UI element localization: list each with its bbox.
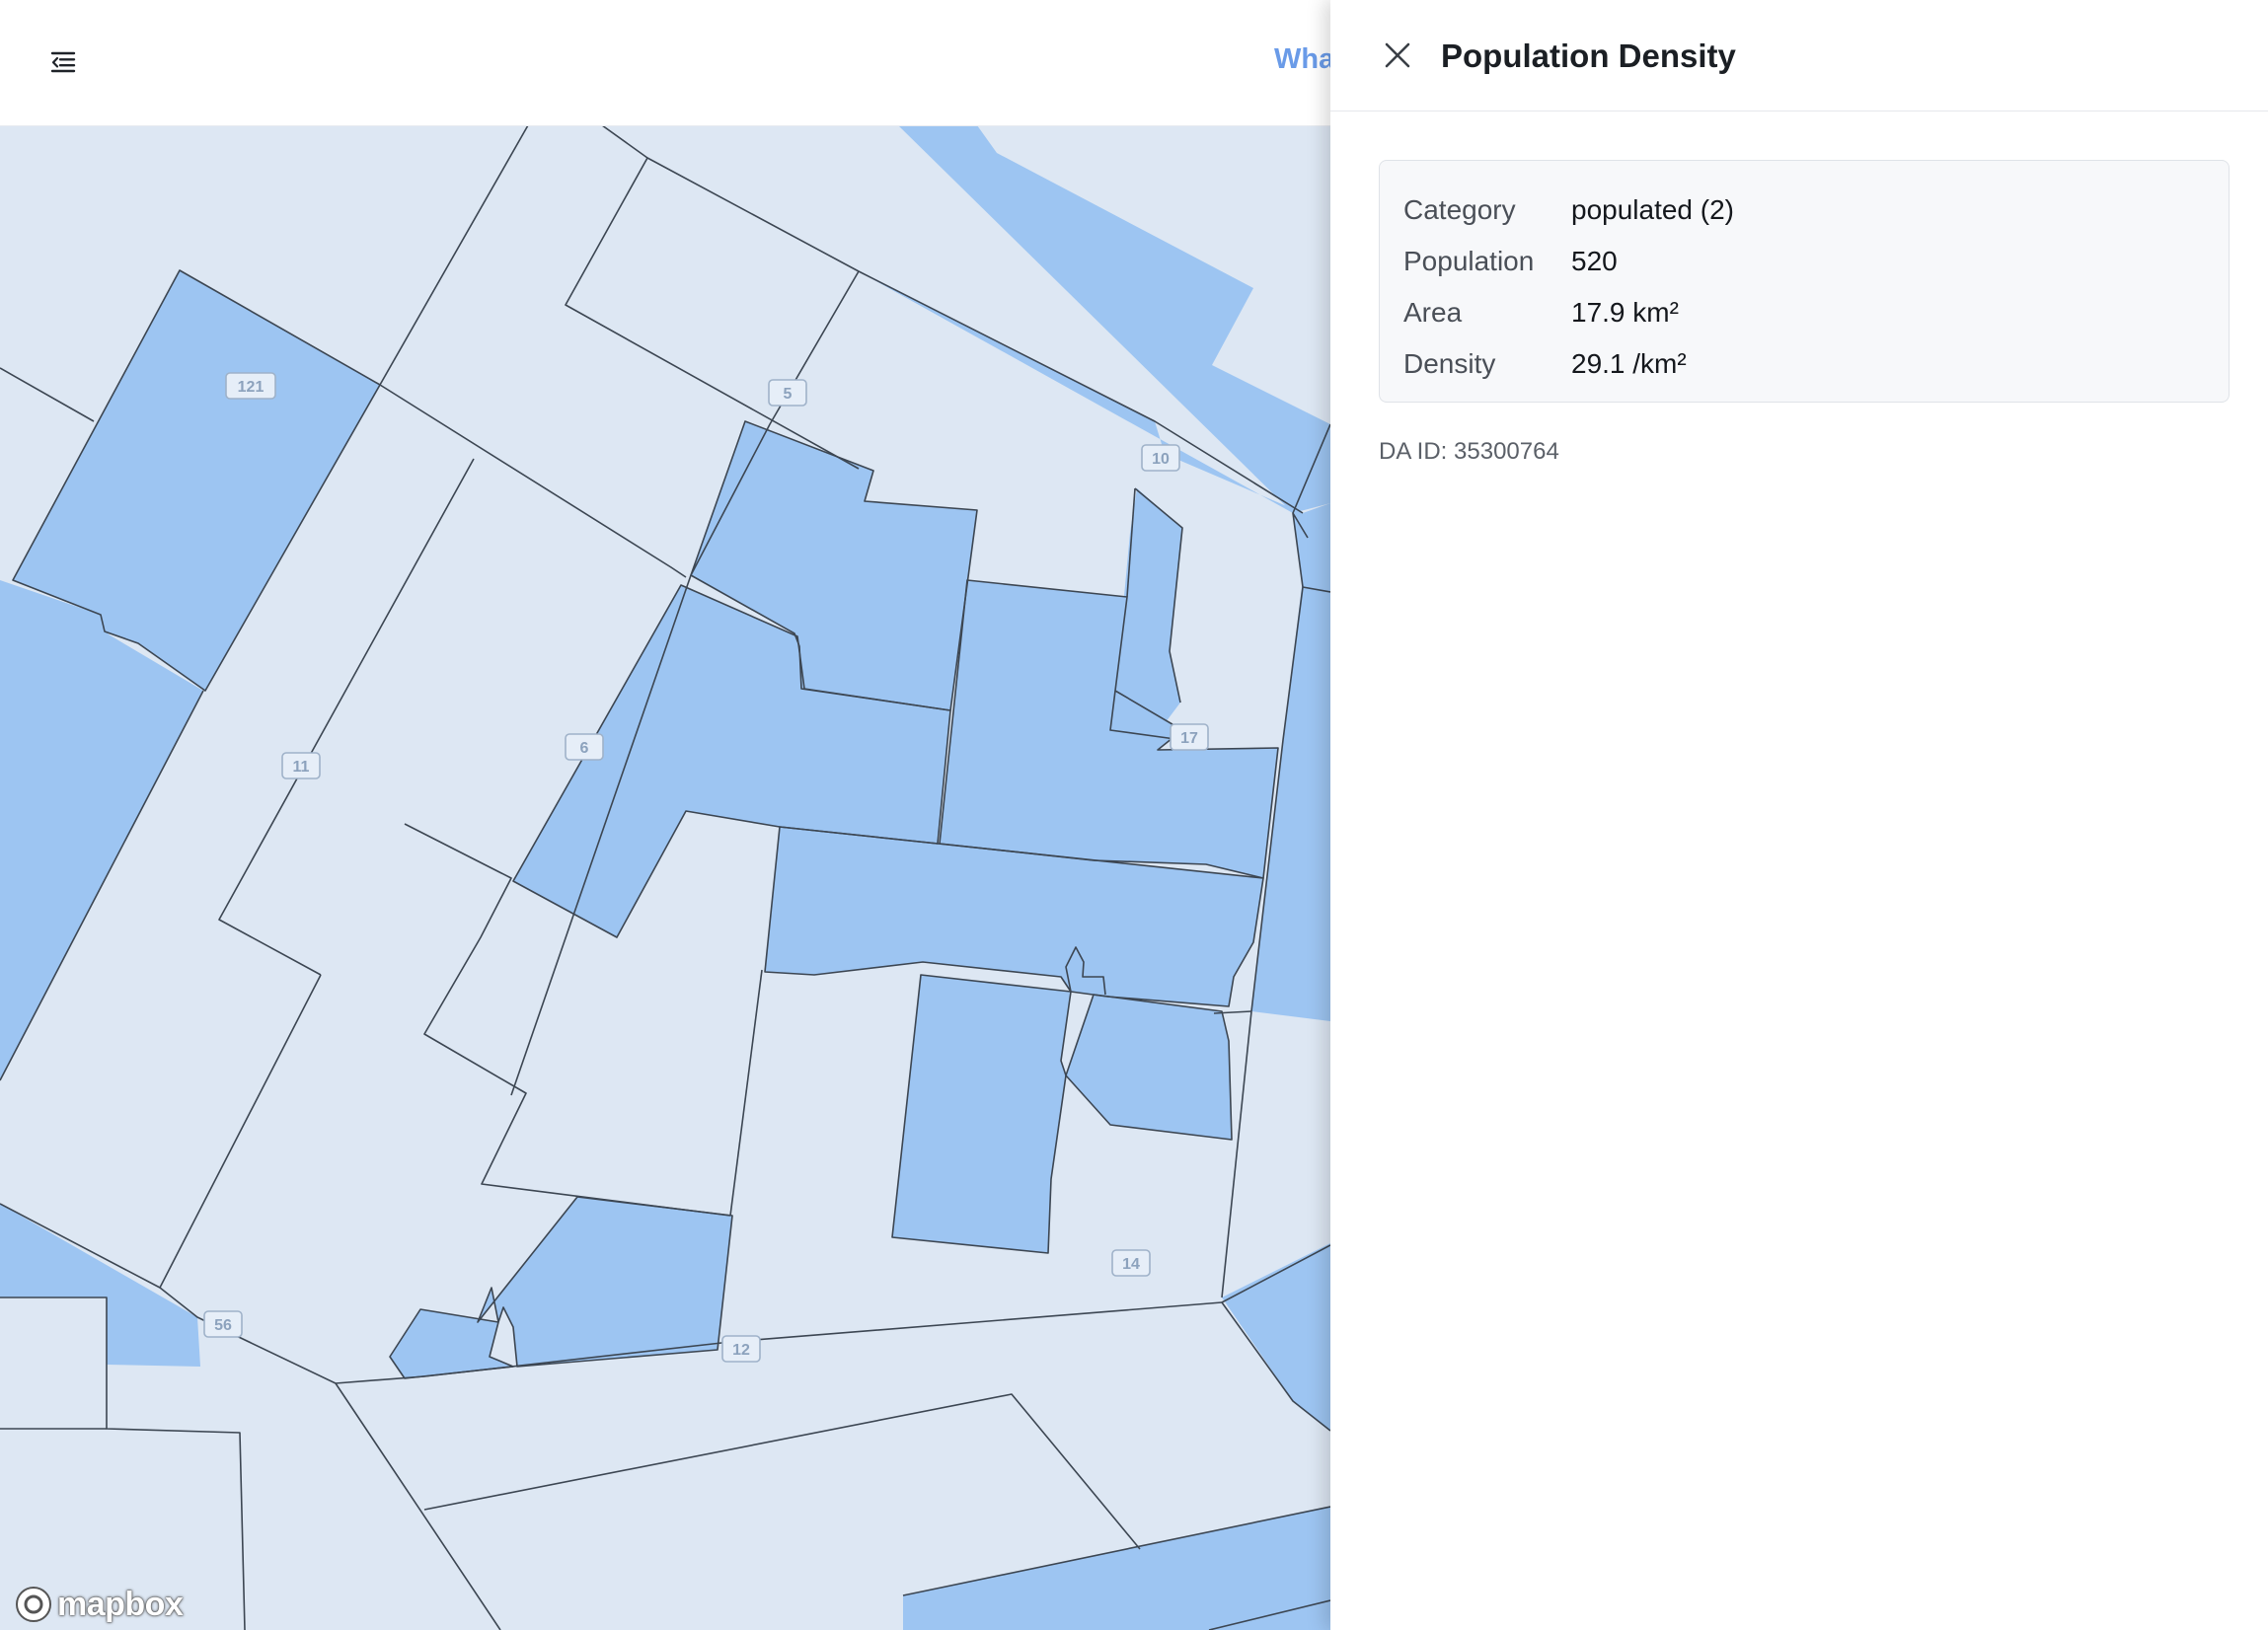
road-shield: 121 — [225, 372, 276, 400]
panel-title: Population Density — [1441, 37, 1736, 74]
stat-row-population: Population 520 — [1403, 236, 2205, 287]
indent-menu-icon — [50, 51, 76, 73]
stat-value: 29.1 /km² — [1571, 348, 1687, 379]
stat-value: populated (2) — [1571, 194, 1735, 225]
road-shield-label: 56 — [214, 1317, 232, 1334]
stat-row-category: Category populated (2) — [1403, 185, 2205, 236]
road-shield-label: 6 — [580, 740, 589, 757]
road-shield-label: 12 — [732, 1342, 750, 1359]
menu-button[interactable] — [43, 45, 83, 79]
close-button[interactable] — [1380, 37, 1415, 73]
road-shield-label: 17 — [1180, 730, 1198, 747]
mapbox-mark-icon — [16, 1587, 51, 1622]
road-shield: 56 — [203, 1310, 243, 1338]
road-shield: 12 — [721, 1335, 761, 1363]
road-shield-label: 11 — [293, 759, 310, 776]
map-view[interactable]: 121 5 10 11 6 17 14 56 12 — [0, 125, 1330, 1630]
top-bar: Wha — [0, 0, 1334, 126]
topbar-link[interactable]: Wha — [1274, 43, 1334, 76]
stat-label: Category — [1403, 194, 1516, 225]
road-shield: 6 — [565, 733, 604, 761]
road-shield: 5 — [768, 379, 807, 407]
stat-row-density: Density 29.1 /km² — [1403, 338, 2205, 390]
road-shield: 10 — [1141, 444, 1180, 472]
mapbox-wordmark: mapbox — [57, 1585, 184, 1623]
road-shield-label: 121 — [238, 379, 265, 396]
da-id-label: DA ID: 35300764 — [1379, 438, 1559, 465]
road-shield-label: 10 — [1152, 451, 1170, 468]
stats-card: Category populated (2) Population 520 Ar… — [1379, 160, 2230, 403]
stat-value: 17.9 km² — [1571, 297, 1679, 328]
populated-area[interactable] — [892, 975, 1071, 1253]
stat-row-area: Area 17.9 km² — [1403, 287, 2205, 338]
road-shield-label: 5 — [784, 386, 793, 403]
details-panel: Population Density Category populated (2… — [1330, 0, 2268, 1630]
road-shield-label: 14 — [1122, 1256, 1140, 1273]
road-shield: 14 — [1111, 1249, 1151, 1277]
road-shield: 17 — [1170, 723, 1209, 751]
stat-label: Area — [1403, 297, 1463, 328]
stat-value: 520 — [1571, 246, 1618, 276]
road-shield: 11 — [281, 752, 321, 779]
stat-label: Density — [1403, 348, 1496, 379]
stat-label: Population — [1403, 246, 1535, 276]
close-icon — [1385, 42, 1410, 68]
panel-header: Population Density — [1330, 0, 2268, 111]
mapbox-logo[interactable]: mapbox — [14, 1585, 184, 1624]
map-canvas[interactable]: 121 5 10 11 6 17 14 56 12 — [0, 125, 1330, 1630]
